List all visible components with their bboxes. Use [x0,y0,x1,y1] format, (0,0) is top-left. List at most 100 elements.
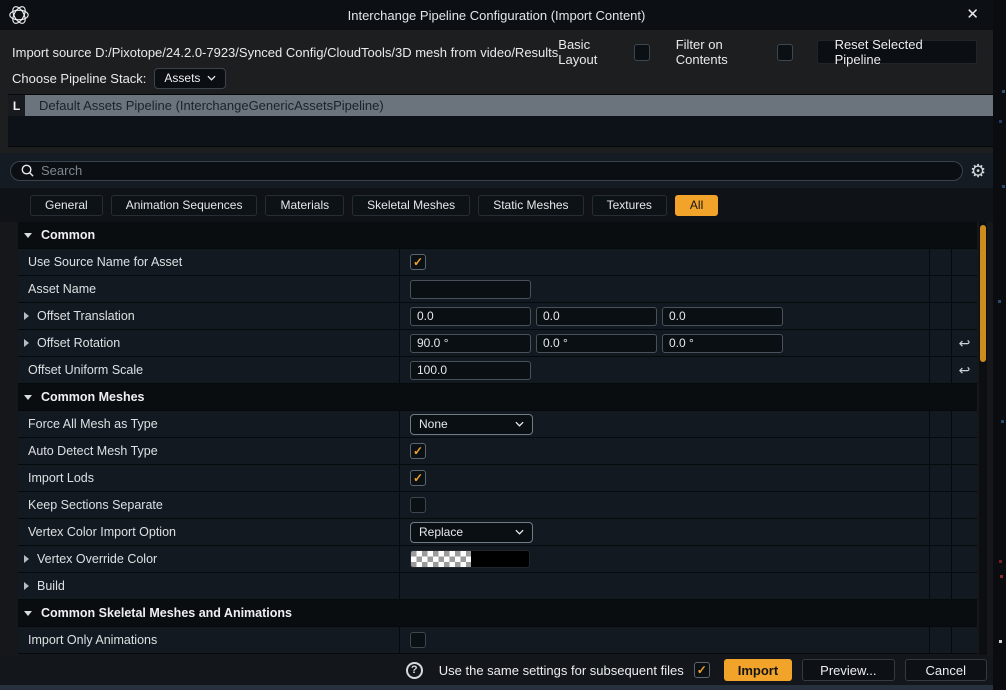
property-label: Build [37,579,65,593]
property-label: Offset Uniform Scale [28,363,143,377]
reset-to-default-icon[interactable]: ↩ [959,363,971,377]
reset-selected-pipeline-button[interactable]: Reset Selected Pipeline [817,40,977,64]
chevron-down-icon [515,421,524,427]
import-button[interactable]: Import [724,659,792,681]
property-label: Asset Name [28,282,96,296]
rotation-y-field[interactable]: 0.0 ° [536,334,657,353]
settings-gear-icon[interactable]: ⚙ [970,162,986,180]
section-title: Common [41,228,95,242]
tab-animation-sequences[interactable]: Animation Sequences [111,195,258,216]
property-label: Import Lods [28,471,94,485]
property-row-vertex-override-color: Vertex Override Color [18,546,977,573]
properties-scrollbar-track[interactable] [979,222,987,655]
import-source-text: Import source D:/Pixotope/24.2.0-7923/Sy… [12,45,558,60]
tab-materials[interactable]: Materials [265,195,344,216]
force-mesh-type-dropdown[interactable]: None [410,414,533,435]
pipeline-item-label: Default Assets Pipeline (InterchangeGene… [25,95,993,116]
search-icon [21,164,34,177]
collapse-arrow-icon [24,611,32,616]
property-row-force-all-mesh: Force All Mesh as Type None [18,411,977,438]
property-row-import-only-animations: Import Only Animations [18,627,977,654]
property-label: Use Source Name for Asset [28,255,182,269]
color-value [471,551,529,567]
search-input[interactable] [41,163,952,178]
keep-sections-checkbox[interactable] [410,497,426,513]
filter-on-contents-checkbox[interactable] [777,44,792,61]
screenshot-root: Interchange Pipeline Configuration (Impo… [0,0,1006,690]
import-only-animations-checkbox[interactable] [410,632,426,648]
reset-to-default-icon[interactable]: ↩ [959,336,971,350]
collapse-arrow-icon [24,233,32,238]
section-title: Common Meshes [41,390,145,404]
pipeline-list-item[interactable]: L Default Assets Pipeline (InterchangeGe… [8,95,993,116]
chevron-down-icon [515,529,524,535]
property-row-keep-sections: Keep Sections Separate [18,492,977,519]
pipeline-stack-dropdown[interactable]: Assets [154,68,226,89]
properties-scrollbar-thumb[interactable] [980,225,986,362]
filter-on-contents-label: Filter on Contents [676,37,767,67]
property-label: Vertex Override Color [37,552,157,566]
cancel-button[interactable]: Cancel [905,659,987,681]
section-header-common-skeletal[interactable]: Common Skeletal Meshes and Animations [18,600,977,627]
dialog-title: Interchange Pipeline Configuration (Impo… [0,8,993,23]
import-lods-checkbox[interactable] [410,470,426,486]
property-row-use-source-name: Use Source Name for Asset [18,249,977,276]
property-label: Offset Rotation [37,336,120,350]
property-row-import-lods: Import Lods [18,465,977,492]
expander-icon[interactable] [24,555,29,563]
property-label: Auto Detect Mesh Type [28,444,158,458]
toolbar-row-2: Choose Pipeline Stack: Assets [12,66,226,90]
translation-z-field[interactable]: 0.0 [662,307,783,326]
section-header-common[interactable]: Common [18,222,977,249]
property-row-offset-rotation: Offset Rotation 90.0 ° 0.0 ° 0.0 ° ↩ [18,330,977,357]
title-bar: Interchange Pipeline Configuration (Impo… [0,0,993,30]
vertex-color-option-dropdown[interactable]: Replace [410,522,533,543]
expander-icon[interactable] [24,339,29,347]
pipeline-stack-label: Choose Pipeline Stack: [12,71,146,86]
basic-layout-group: Basic Layout [558,37,649,67]
tab-general[interactable]: General [30,195,103,216]
rotation-x-field[interactable]: 90.0 ° [410,334,531,353]
properties-table: Common Use Source Name for Asset Asset N… [18,222,977,654]
chevron-down-icon [207,75,216,81]
use-source-name-checkbox[interactable] [410,254,426,270]
help-icon[interactable]: ? [406,662,423,679]
basic-layout-checkbox[interactable] [634,44,649,61]
vertex-override-color-swatch[interactable] [410,550,530,568]
property-label: Vertex Color Import Option [28,525,176,539]
tab-static-meshes[interactable]: Static Meshes [478,195,583,216]
tab-skeletal-meshes[interactable]: Skeletal Meshes [352,195,470,216]
property-row-auto-detect-mesh: Auto Detect Mesh Type [18,438,977,465]
property-row-build: Build [18,573,977,600]
tab-all[interactable]: All [675,195,718,216]
toolbar-row-1: Import source D:/Pixotope/24.2.0-7923/Sy… [0,38,993,66]
translation-x-field[interactable]: 0.0 [410,307,531,326]
pipeline-list: L Default Assets Pipeline (InterchangeGe… [8,94,993,147]
expander-icon[interactable] [24,582,29,590]
property-row-offset-uniform-scale: Offset Uniform Scale 100.0 ↩ [18,357,977,384]
expander-icon[interactable] [24,312,29,320]
asset-name-input[interactable] [410,280,531,299]
dropdown-value: None [419,417,448,431]
same-settings-checkbox[interactable] [694,662,710,678]
property-row-offset-translation: Offset Translation 0.0 0.0 0.0 [18,303,977,330]
section-header-common-meshes[interactable]: Common Meshes [18,384,977,411]
category-tabs: General Animation Sequences Materials Sk… [0,188,993,222]
search-row: ⚙ [0,153,993,188]
pipeline-stack-icon: L [8,95,25,116]
uniform-scale-field[interactable]: 100.0 [410,361,531,380]
preview-button[interactable]: Preview... [802,659,894,681]
interchange-pipeline-dialog: Interchange Pipeline Configuration (Impo… [0,0,993,690]
search-box[interactable] [10,161,963,181]
tab-textures[interactable]: Textures [592,195,667,216]
alpha-checker [411,551,471,567]
pipeline-stack-value: Assets [164,71,200,85]
translation-y-field[interactable]: 0.0 [536,307,657,326]
background-noise [997,0,1000,3]
rotation-z-field[interactable]: 0.0 ° [662,334,783,353]
auto-detect-mesh-checkbox[interactable] [410,443,426,459]
close-icon[interactable]: ✕ [966,6,979,24]
property-label: Force All Mesh as Type [28,417,158,431]
property-label: Keep Sections Separate [28,498,163,512]
property-row-vertex-color-import: Vertex Color Import Option Replace [18,519,977,546]
